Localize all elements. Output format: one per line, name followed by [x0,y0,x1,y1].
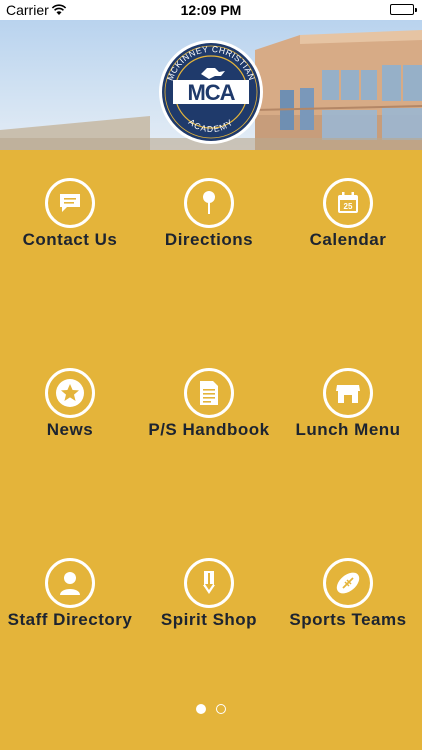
school-logo: MCKINNEY CHRISTIAN ACADEMY MCA [157,38,265,146]
menu-item-label: Directions [164,230,254,249]
menu-item-sports-teams[interactable]: Sports Teams [278,558,418,668]
menu-item-spirit-shop[interactable]: Spirit Shop [139,558,279,668]
star-icon [45,368,95,418]
menu-item-ps-handbook[interactable]: P/S Handbook [139,368,279,478]
menu-item-label: Spirit Shop [160,610,258,629]
logo-letters: MCA [187,80,235,105]
menu-item-label: Staff Directory [7,610,133,629]
page-indicator[interactable] [0,704,422,718]
page-dot[interactable] [196,704,206,714]
store-icon [323,368,373,418]
status-bar: Carrier 12:09 PM [0,0,422,20]
header-banner: MCKINNEY CHRISTIAN ACADEMY MCA [0,20,422,150]
chat-bubble-icon [45,178,95,228]
battery-icon [390,4,417,15]
calendar-day: 25 [344,202,353,211]
menu-item-label: Lunch Menu [295,420,401,439]
map-pin-icon [184,178,234,228]
menu-item-news[interactable]: News [0,368,140,478]
menu-item-lunch-menu[interactable]: Lunch Menu [278,368,418,478]
page-dot[interactable] [216,704,226,714]
calendar-icon: 25 [323,178,373,228]
clock: 12:09 PM [180,2,242,18]
tag-icon [184,558,234,608]
menu-item-label: P/S Handbook [148,420,270,439]
menu-item-directions[interactable]: Directions [139,178,279,288]
menu-item-staff-directory[interactable]: Staff Directory [0,558,140,668]
menu-item-label: Calendar [309,230,387,249]
menu-item-label: Contact Us [22,230,118,249]
menu-item-contact-us[interactable]: Contact Us [0,178,140,288]
menu-item-label: News [46,420,94,439]
menu-item-label: Sports Teams [289,610,407,629]
football-icon [323,558,373,608]
menu-item-calendar[interactable]: 25 Calendar [278,178,418,288]
person-icon [45,558,95,608]
document-icon [184,368,234,418]
